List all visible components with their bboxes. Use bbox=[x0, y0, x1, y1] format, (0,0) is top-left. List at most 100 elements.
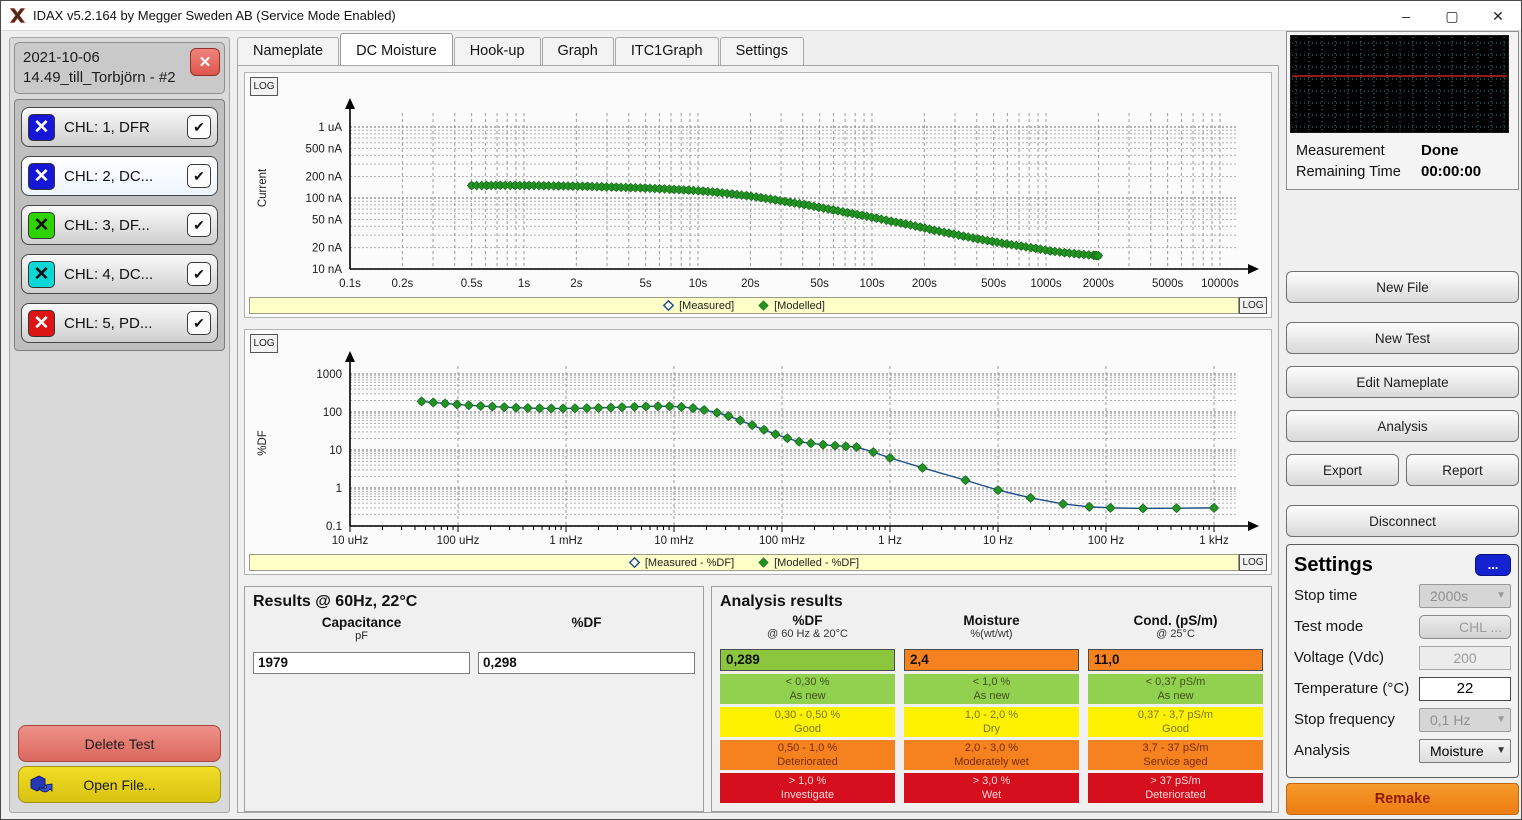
measurement-label: Measurement bbox=[1296, 143, 1421, 159]
export-button[interactable]: Export bbox=[1286, 454, 1399, 486]
close-icon[interactable]: ✕ bbox=[1475, 1, 1521, 31]
channel-checkbox[interactable]: ✔ bbox=[187, 262, 211, 286]
analysis-column-header: Cond. (pS/m) bbox=[1088, 613, 1263, 628]
channel-checkbox[interactable]: ✔ bbox=[187, 115, 211, 139]
tab-hook-up[interactable]: Hook-up bbox=[454, 37, 541, 65]
file-close-button[interactable]: ✕ bbox=[190, 48, 220, 76]
svg-text:100 uHz: 100 uHz bbox=[437, 535, 480, 547]
temperature-field[interactable]: 22 bbox=[1419, 677, 1511, 701]
file-name: 14.49_till_Torbjörn - #2 bbox=[23, 69, 176, 86]
results-panel: Results @ 60Hz, 22°C Capacitance pF 1979… bbox=[244, 586, 704, 812]
df-header: %DF bbox=[478, 615, 695, 630]
test-mode-button: CHL ... bbox=[1419, 615, 1511, 639]
open-file-button[interactable]: Open File... bbox=[18, 766, 221, 803]
svg-text:500s: 500s bbox=[981, 278, 1006, 290]
analysis-band-orange: 0,50 - 1,0 %Deteriorated bbox=[720, 740, 895, 770]
svg-text:10 nA: 10 nA bbox=[312, 264, 342, 276]
channel-list: ✕CHL: 1, DFR✔✕CHL: 2, DC...✔✕CHL: 3, DF.… bbox=[14, 99, 225, 351]
svg-text:1 kHz: 1 kHz bbox=[1199, 535, 1229, 547]
analysis-band-red: > 3,0 %Wet bbox=[904, 773, 1079, 803]
temperature-label: Temperature (°C) bbox=[1294, 680, 1419, 697]
maximize-icon[interactable]: ▢ bbox=[1429, 1, 1475, 31]
tab-dc-moisture[interactable]: DC Moisture bbox=[340, 33, 453, 65]
settings-more-button[interactable]: ... bbox=[1475, 554, 1511, 576]
channel-color-x-icon: ✕ bbox=[28, 261, 55, 288]
log-scale-toggle[interactable]: LOG bbox=[250, 334, 278, 353]
channel-item-2[interactable]: ✕CHL: 2, DC...✔ bbox=[21, 156, 218, 196]
df-vs-frequency-plot: 10001001010.110 uHz100 uHz1 mHz10 mHz100… bbox=[250, 330, 1266, 554]
channel-label: CHL: 5, PD... bbox=[55, 315, 187, 332]
svg-text:200s: 200s bbox=[912, 278, 937, 290]
log-scale-toggle[interactable]: LOG bbox=[1239, 554, 1267, 571]
svg-text:10 uHz: 10 uHz bbox=[332, 535, 369, 547]
measured-marker-icon bbox=[629, 557, 640, 568]
svg-text:100s: 100s bbox=[860, 278, 885, 290]
analysis-panel: Analysis results %DF@ 60 Hz & 20°C0,289<… bbox=[711, 586, 1272, 812]
capacitance-unit: pF bbox=[253, 630, 470, 644]
svg-text:1 mHz: 1 mHz bbox=[549, 535, 582, 547]
analysis-band-orange: 2,0 - 3,0 %Moderately wet bbox=[904, 740, 1079, 770]
chart-legend: [Measured][Modelled] bbox=[249, 297, 1239, 314]
analysis-type-select[interactable]: Moisture▼ bbox=[1419, 739, 1511, 763]
current-vs-time-plot: 1 uA500 nA200 nA100 nA50 nA20 nA10 nA0.1… bbox=[250, 73, 1266, 297]
measured-marker-icon bbox=[663, 300, 674, 311]
analysis-band-yellow: 1,0 - 2,0 %Dry bbox=[904, 707, 1079, 737]
delete-test-button[interactable]: Delete Test bbox=[18, 725, 221, 762]
dc-moisture-tab-body: LOG1 uA500 nA200 nA100 nA50 nA20 nA10 nA… bbox=[237, 65, 1279, 813]
new-test-button[interactable]: New Test bbox=[1286, 322, 1519, 354]
sidebar: 2021-10-06 14.49_till_Torbjörn - #2 ✕ ✕C… bbox=[9, 37, 230, 813]
analysis-columns: %DF@ 60 Hz & 20°C0,289< 0,30 %As new0,30… bbox=[720, 613, 1263, 803]
channel-label: CHL: 1, DFR bbox=[55, 119, 187, 136]
svg-text:0.2s: 0.2s bbox=[392, 278, 414, 290]
channel-label: CHL: 4, DC... bbox=[55, 266, 187, 283]
analysis-column-subheader: %(wt/wt) bbox=[904, 628, 1079, 643]
analysis-button[interactable]: Analysis bbox=[1286, 410, 1519, 442]
measurement-status: Done bbox=[1421, 142, 1459, 159]
disconnect-button[interactable]: Disconnect bbox=[1286, 505, 1519, 537]
settings-title: Settings bbox=[1294, 554, 1373, 577]
current-chart-panel: LOG1 uA500 nA200 nA100 nA50 nA20 nA10 nA… bbox=[244, 72, 1272, 318]
analysis-column-subheader: @ 60 Hz & 20°C bbox=[720, 628, 895, 643]
channel-item-5[interactable]: ✕CHL: 5, PD...✔ bbox=[21, 303, 218, 343]
tab-settings[interactable]: Settings bbox=[720, 37, 804, 65]
log-scale-toggle[interactable]: LOG bbox=[1239, 297, 1267, 314]
test-mode-label: Test mode bbox=[1294, 618, 1419, 635]
analysis-band-yellow: 0,30 - 0,50 %Good bbox=[720, 707, 895, 737]
tab-nameplate[interactable]: Nameplate bbox=[237, 37, 339, 65]
stop-time-label: Stop time bbox=[1294, 587, 1419, 604]
svg-text:20s: 20s bbox=[741, 278, 760, 290]
stop-time-select: 2000s▼ bbox=[1419, 584, 1511, 608]
legend-item-modelled: [Modelled] bbox=[758, 300, 825, 312]
channel-item-4[interactable]: ✕CHL: 4, DC...✔ bbox=[21, 254, 218, 294]
capacitance-header: Capacitance bbox=[253, 615, 470, 630]
new-file-button[interactable]: New File bbox=[1286, 271, 1519, 303]
channel-item-3[interactable]: ✕CHL: 3, DF...✔ bbox=[21, 205, 218, 245]
analysis-column-3: Cond. (pS/m)@ 25°C11,0< 0,37 pS/mAs new0… bbox=[1088, 613, 1263, 803]
right-panel: Measurement Done Remaining Time 00:00:00… bbox=[1286, 31, 1519, 813]
legend-item-modelled: [Modelled - %DF] bbox=[758, 557, 859, 569]
chevron-down-icon: ▼ bbox=[1496, 745, 1506, 756]
analysis-column-header: %DF bbox=[720, 613, 895, 628]
minimize-icon[interactable]: – bbox=[1383, 1, 1429, 31]
edit-nameplate-button[interactable]: Edit Nameplate bbox=[1286, 366, 1519, 398]
channel-checkbox[interactable]: ✔ bbox=[187, 164, 211, 188]
log-scale-toggle[interactable]: LOG bbox=[250, 77, 278, 96]
channel-checkbox[interactable]: ✔ bbox=[187, 311, 211, 335]
channel-checkbox[interactable]: ✔ bbox=[187, 213, 211, 237]
svg-text:1: 1 bbox=[336, 483, 342, 495]
chevron-down-icon: ▼ bbox=[1496, 714, 1506, 725]
main-content: NameplateDC MoistureHook-upGraphITC1Grap… bbox=[237, 35, 1279, 813]
svg-text:50s: 50s bbox=[810, 278, 829, 290]
analysis-title: Analysis results bbox=[720, 593, 1263, 611]
channel-label: CHL: 3, DF... bbox=[55, 217, 187, 234]
voltage-field: 200 bbox=[1419, 646, 1511, 670]
report-button[interactable]: Report bbox=[1406, 454, 1519, 486]
remake-button[interactable]: Remake bbox=[1286, 783, 1519, 815]
df-value: 0,298 bbox=[478, 652, 695, 674]
analysis-band-red: > 37 pS/mDeteriorated bbox=[1088, 773, 1263, 803]
chart-legend-row: [Measured][Modelled]LOG bbox=[249, 297, 1267, 314]
channel-item-1[interactable]: ✕CHL: 1, DFR✔ bbox=[21, 107, 218, 147]
tab-itc1graph[interactable]: ITC1Graph bbox=[615, 37, 719, 65]
tab-graph[interactable]: Graph bbox=[542, 37, 614, 65]
analysis-value: 0,289 bbox=[720, 649, 895, 671]
